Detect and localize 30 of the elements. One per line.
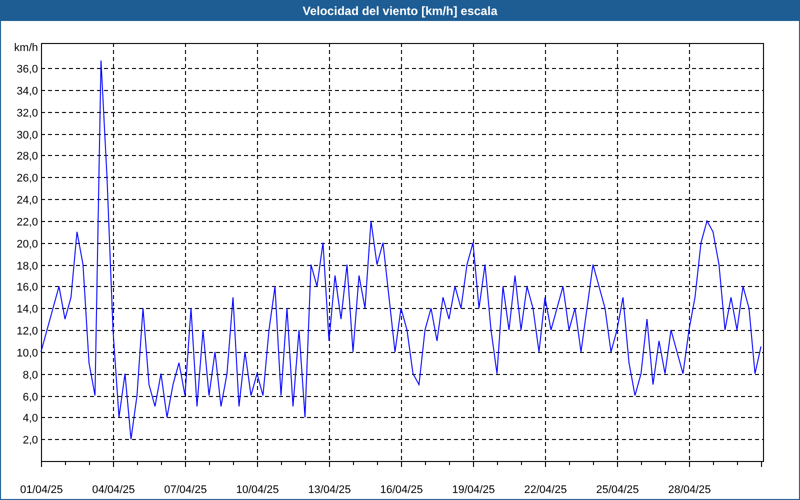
x-tick-label: 28/04/25 — [668, 484, 711, 496]
x-tick-label: 25/04/25 — [596, 484, 639, 496]
y-tick-label: 26,0 — [16, 172, 38, 184]
y-tick-label: 36,0 — [16, 64, 38, 76]
y-tick-label: 4,0 — [22, 412, 38, 424]
x-tick-label: 13/04/25 — [308, 484, 351, 496]
y-axis-unit: km/h — [14, 42, 38, 54]
y-tick-label: 30,0 — [16, 130, 38, 142]
y-tick-label: 12,0 — [16, 326, 38, 338]
x-tick-label: 07/04/25 — [164, 484, 207, 496]
y-tick-label: 14,0 — [16, 304, 38, 316]
x-tick-label: 19/04/25 — [452, 484, 495, 496]
y-tick-label: 34,0 — [16, 86, 38, 98]
y-tick-label: 16,0 — [16, 282, 38, 294]
y-tick-label: 8,0 — [22, 370, 38, 382]
y-tick-label: 20,0 — [16, 238, 38, 250]
x-tick-label: 22/04/25 — [524, 484, 567, 496]
y-tick-label: 24,0 — [16, 194, 38, 206]
y-tick-label: 32,0 — [16, 108, 38, 120]
window-title: Velocidad del viento [km/h] escala — [1, 1, 799, 21]
y-tick-label: 28,0 — [16, 150, 38, 162]
x-tick-label: 16/04/25 — [380, 484, 423, 496]
y-tick-label: 2,0 — [22, 434, 38, 446]
y-tick-label: 10,0 — [16, 348, 38, 360]
x-tick-label: 01/04/25 — [20, 484, 63, 496]
y-tick-label: 22,0 — [16, 216, 38, 228]
x-tick-label: 04/04/25 — [92, 484, 135, 496]
x-tick-label: 10/04/25 — [236, 484, 279, 496]
y-tick-label: 6,0 — [22, 392, 38, 404]
y-tick-label: 18,0 — [16, 260, 38, 272]
